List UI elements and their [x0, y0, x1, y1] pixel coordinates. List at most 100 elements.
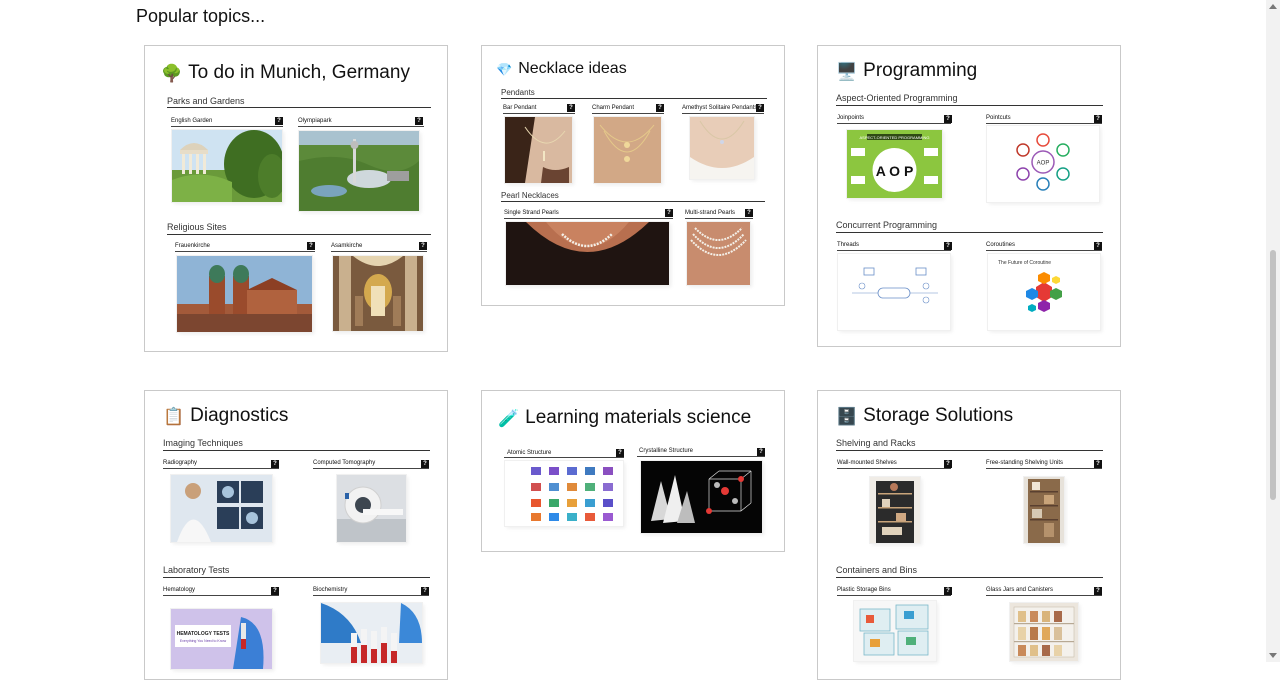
section-divider — [501, 201, 765, 202]
topic-card-munich[interactable]: 🌳 To do in Munich, Germany Parks and Gar… — [144, 45, 448, 352]
crystalline-structure-image[interactable] — [641, 461, 762, 533]
card-title-programming[interactable]: 🖥️ Programming — [836, 60, 977, 82]
hematology-image[interactable]: HEMATOLOGY TESTS Everything You Need to … — [171, 609, 272, 669]
help-icon[interactable]: ? — [944, 242, 952, 250]
biochemistry-image[interactable] — [321, 603, 422, 663]
help-icon[interactable]: ? — [616, 449, 624, 457]
section-label: Aspect-Oriented Programming — [836, 93, 958, 103]
card-title-munich[interactable]: 🌳 To do in Munich, Germany — [161, 62, 410, 84]
subtopic-label[interactable]: English Garden — [171, 118, 212, 124]
subtopic-divider — [682, 113, 764, 114]
glass-jars-image[interactable] — [1010, 603, 1078, 661]
joinpoints-image[interactable]: ASPECT-ORIENTED PROGRAMMING A O P — [847, 130, 942, 198]
subtopic-divider — [175, 251, 315, 252]
help-icon[interactable]: ? — [757, 448, 765, 456]
card-title-materials[interactable]: 🧪 Learning materials science — [498, 407, 751, 429]
help-icon[interactable]: ? — [415, 117, 423, 125]
subtopic-divider — [163, 595, 279, 596]
olympiapark-image[interactable] — [299, 131, 419, 211]
help-icon[interactable]: ? — [271, 460, 279, 468]
subtopic-label[interactable]: Multi-strand Pearls — [685, 210, 735, 216]
frauenkirche-image[interactable] — [177, 256, 312, 332]
subtopic-label[interactable]: Biochemistry — [313, 587, 347, 593]
scroll-down-arrow-icon[interactable] — [1269, 653, 1277, 658]
help-icon[interactable]: ? — [944, 115, 952, 123]
multi-strand-pearls-image[interactable] — [687, 222, 750, 285]
subtopic-label[interactable]: Hematology — [163, 587, 195, 593]
help-icon[interactable]: ? — [665, 209, 673, 217]
subtopic-label[interactable]: Plastic Storage Bins — [837, 587, 891, 593]
help-icon[interactable]: ? — [307, 242, 315, 250]
scroll-up-arrow-icon[interactable] — [1269, 4, 1277, 9]
charm-pendant-image[interactable] — [594, 117, 661, 183]
subtopic-label[interactable]: Bar Pendant — [503, 105, 536, 111]
help-icon[interactable]: ? — [1094, 242, 1102, 250]
subtopic-label[interactable]: Radiography — [163, 460, 197, 466]
subtopic-label[interactable]: Frauenkirche — [175, 243, 210, 249]
section-label: Religious Sites — [167, 222, 227, 232]
atomic-structure-image[interactable] — [505, 461, 623, 526]
single-strand-pearls-image[interactable] — [506, 222, 669, 285]
help-icon[interactable]: ? — [1094, 460, 1102, 468]
card-title-necklace[interactable]: 💎 Necklace ideas — [496, 60, 627, 78]
subtopic-divider — [313, 468, 429, 469]
wall-shelves-image[interactable] — [870, 477, 920, 543]
topic-card-programming[interactable]: 🖥️ Programming Aspect-Oriented Programmi… — [817, 45, 1121, 347]
english-garden-image[interactable] — [172, 130, 282, 202]
subtopic-label[interactable]: Free-standing Shelving Units — [986, 460, 1063, 466]
subtopic-label[interactable]: Charm Pendant — [592, 105, 634, 111]
card-title-storage[interactable]: 🗄️ Storage Solutions — [836, 405, 1013, 427]
plastic-bins-image[interactable] — [854, 601, 936, 661]
subtopic-label[interactable]: Olympiapark — [298, 118, 332, 124]
help-icon[interactable]: ? — [271, 587, 279, 595]
topic-card-materials[interactable]: 🧪 Learning materials science Atomic Stru… — [481, 390, 785, 552]
radiography-image[interactable] — [171, 475, 272, 542]
subtopic-label[interactable]: Glass Jars and Canisters — [986, 587, 1053, 593]
amethyst-pendant-image[interactable] — [690, 117, 754, 179]
page-scrollbar[interactable] — [1266, 0, 1280, 662]
section-label: Parks and Gardens — [167, 96, 245, 106]
subtopic-divider — [298, 126, 424, 127]
section-divider — [167, 107, 431, 108]
scrollbar-thumb[interactable] — [1270, 250, 1276, 500]
help-icon[interactable]: ? — [944, 587, 952, 595]
bar-pendant-image[interactable] — [505, 117, 572, 183]
subtopic-label[interactable]: Amethyst Solitaire Pendants — [682, 105, 757, 111]
subtopic-label[interactable]: Asamkirche — [331, 243, 362, 249]
threads-image[interactable] — [838, 254, 950, 330]
help-icon[interactable]: ? — [656, 104, 664, 112]
help-icon[interactable]: ? — [756, 104, 764, 112]
help-icon[interactable]: ? — [1094, 587, 1102, 595]
subtopic-label[interactable]: Crystalline Structure — [639, 448, 693, 454]
tree-icon: 🌳 — [161, 63, 183, 83]
help-icon[interactable]: ? — [419, 242, 427, 250]
topic-card-diagnostics[interactable]: 📋 Diagnostics Imaging Techniques Radiogr… — [144, 390, 448, 680]
help-icon[interactable]: ? — [567, 104, 575, 112]
help-icon[interactable]: ? — [275, 117, 283, 125]
subtopic-label[interactable]: Pointcuts — [986, 115, 1011, 121]
topic-card-storage[interactable]: 🗄️ Storage Solutions Shelving and Racks … — [817, 390, 1121, 680]
subtopic-label[interactable]: Single Strand Pearls — [504, 210, 559, 216]
subtopic-label[interactable]: Coroutines — [986, 242, 1015, 248]
subtopic-label[interactable]: Computed Tomography — [313, 460, 375, 466]
free-standing-shelving-image[interactable] — [1024, 477, 1064, 543]
subtopic-divider — [163, 468, 279, 469]
asamkirche-image[interactable] — [333, 256, 423, 331]
computed-tomography-image[interactable] — [337, 475, 406, 542]
help-icon[interactable]: ? — [421, 587, 429, 595]
subtopic-label[interactable]: Atomic Structure — [507, 450, 551, 456]
help-icon[interactable]: ? — [1094, 115, 1102, 123]
help-icon[interactable]: ? — [944, 460, 952, 468]
subtopic-label[interactable]: Wall-mounted Shelves — [837, 460, 897, 466]
coroutines-image[interactable]: The Future of Coroutine — [988, 254, 1100, 330]
hematology-sub-text: Everything You Need to Know — [180, 639, 227, 643]
subtopic-divider — [986, 595, 1102, 596]
card-title-text: Diagnostics — [190, 405, 289, 426]
help-icon[interactable]: ? — [421, 460, 429, 468]
pointcuts-image[interactable]: AOP — [987, 126, 1099, 202]
subtopic-label[interactable]: Threads — [837, 242, 859, 248]
card-title-diagnostics[interactable]: 📋 Diagnostics — [163, 405, 288, 427]
topic-card-necklace[interactable]: 💎 Necklace ideas Pendants Bar Pendant ? … — [481, 45, 785, 306]
help-icon[interactable]: ? — [745, 209, 753, 217]
subtopic-label[interactable]: Joinpoints — [837, 115, 864, 121]
